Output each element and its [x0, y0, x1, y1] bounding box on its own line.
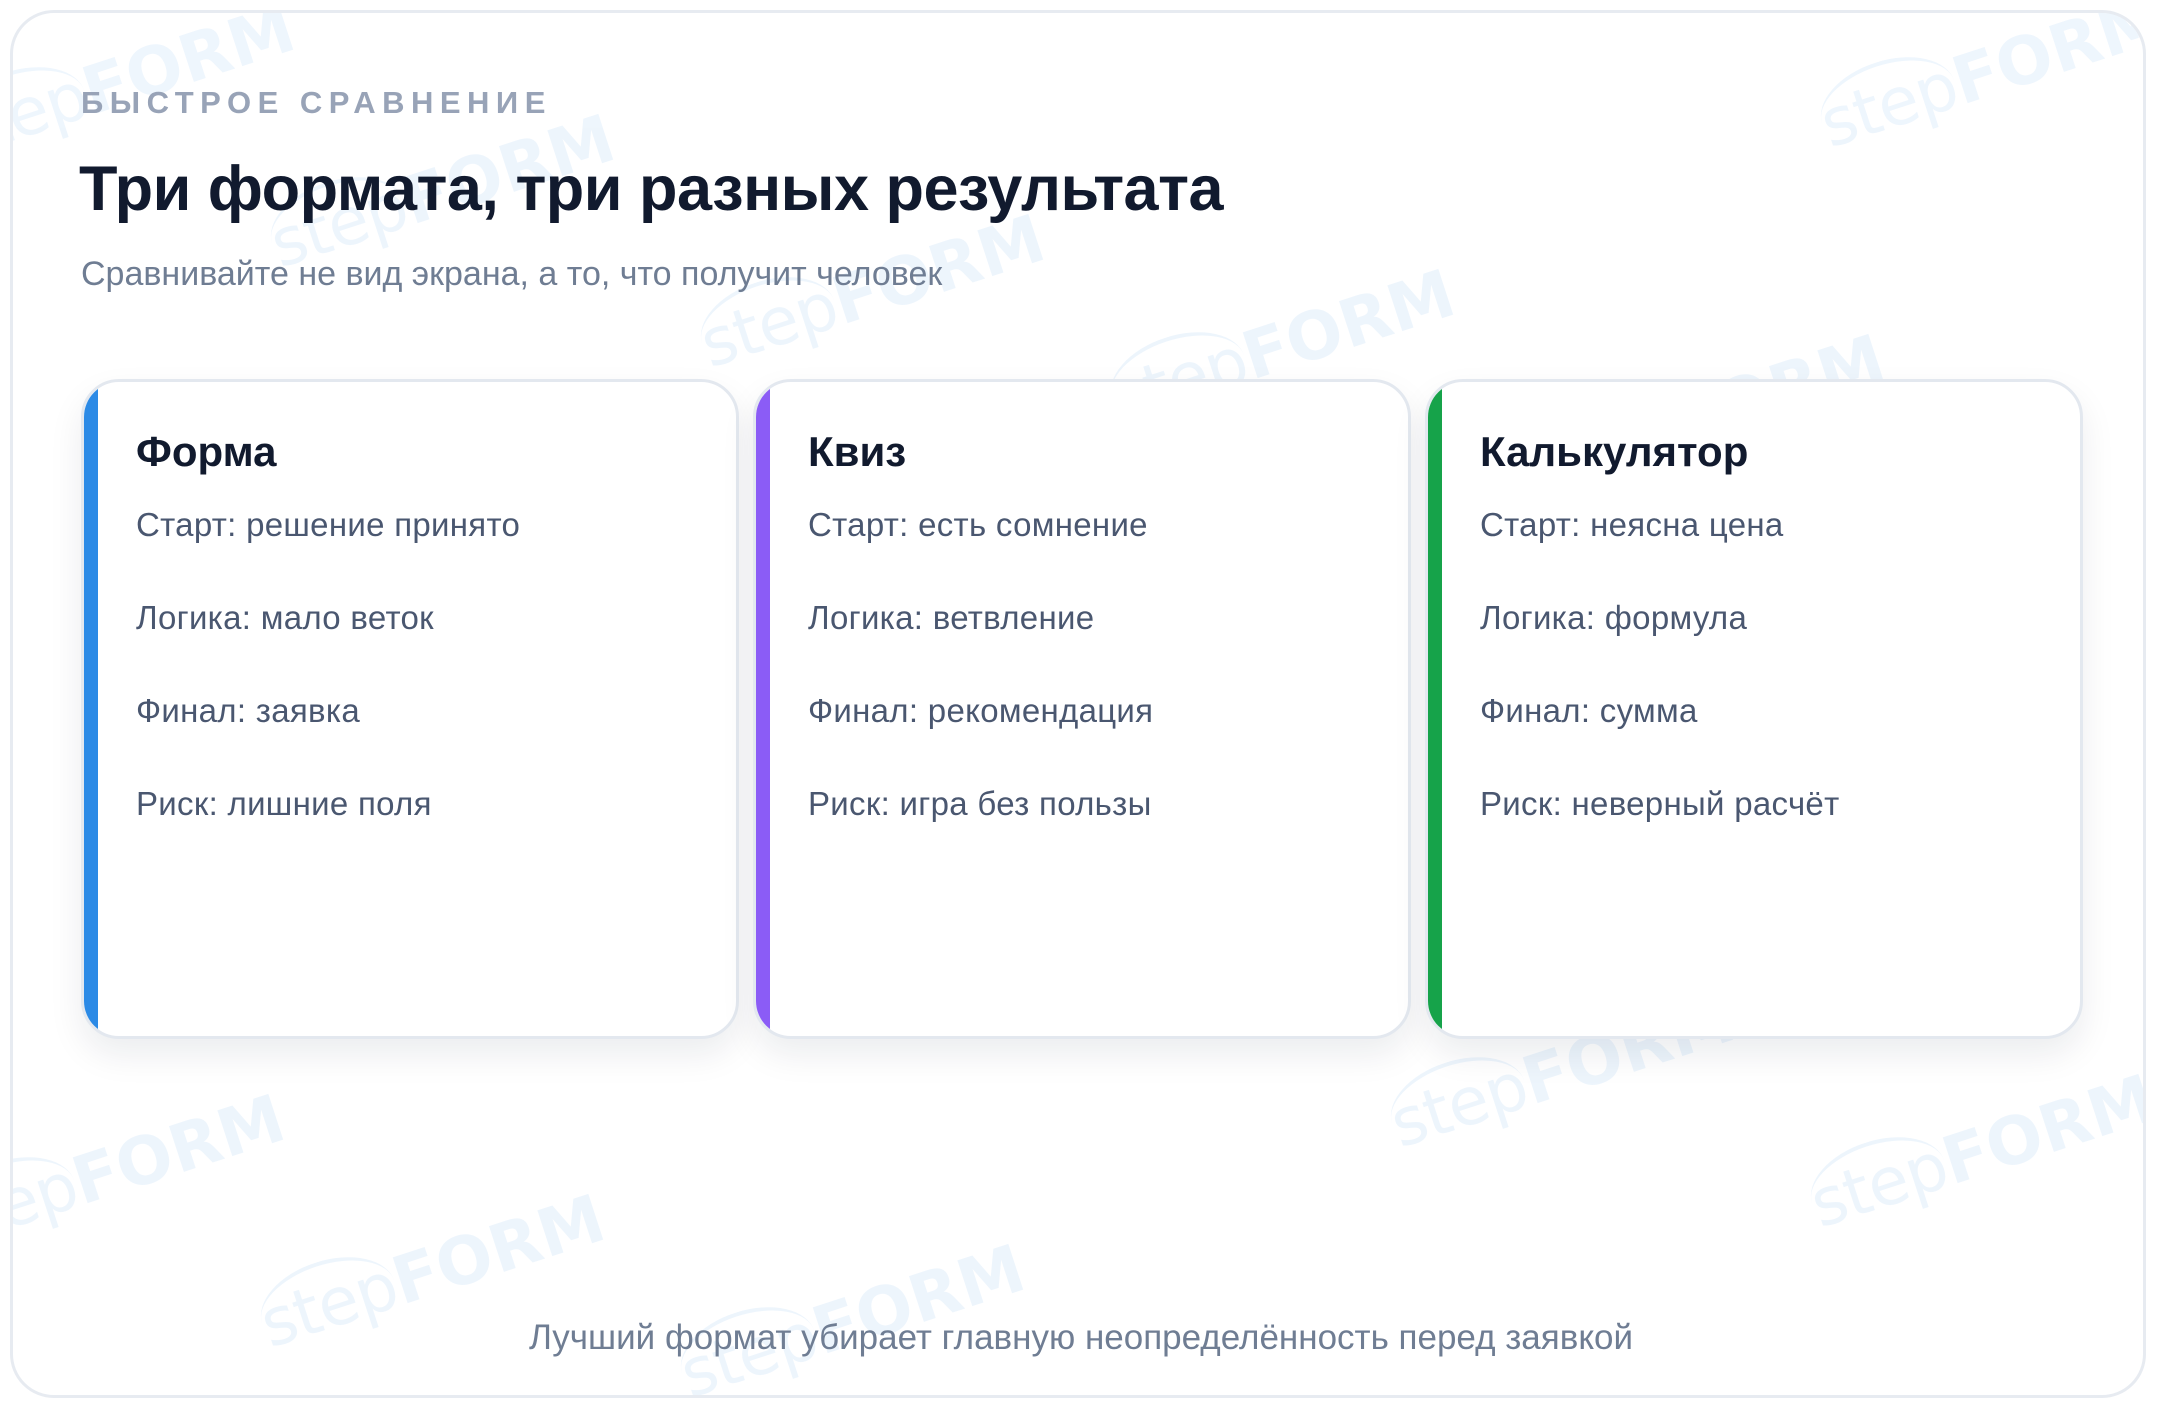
card-row-final: Финал: сумма — [1480, 692, 1698, 729]
footer-note: Лучший формат убирает главную неопределё… — [528, 1318, 1634, 1357]
watermark-logo: stepFORM — [1799, 1059, 2146, 1244]
comparison-cards: Форма Старт: решение принято Логика: мал… — [81, 379, 2101, 1039]
page-subtitle: Сравнивайте не вид экрана, а то, что пол… — [81, 255, 943, 293]
card-calculator: Калькулятор Старт: неясна цена Логика: ф… — [1425, 379, 2083, 1039]
card-title: Квиз — [808, 428, 907, 475]
eyebrow-label: БЫСТРОЕ СРАВНЕНИЕ — [81, 85, 552, 120]
card-quiz: Квиз Старт: есть сомнение Логика: ветвле… — [753, 379, 1411, 1039]
watermark-logo: stepFORM — [1809, 10, 2146, 164]
card-title: Калькулятор — [1480, 428, 1749, 475]
card-accent-bar — [84, 382, 98, 1036]
card-row-final: Финал: рекомендация — [808, 692, 1154, 729]
card-row-start: Старт: решение принято — [136, 506, 521, 543]
card-row-start: Старт: есть сомнение — [808, 506, 1148, 543]
watermark-logo: stepFORM — [669, 1230, 1034, 1395]
slide-frame: stepFORM stepFORM stepFORM stepFORM step… — [10, 10, 2146, 1398]
card-row-risk: Риск: неверный расчёт — [1480, 785, 1840, 822]
card-row-start: Старт: неясна цена — [1480, 506, 1784, 543]
card-row-logic: Логика: ветвление — [808, 599, 1095, 636]
page-title: Три формата, три разных результата — [79, 154, 1223, 224]
card-row-logic: Логика: формула — [1480, 599, 1748, 636]
card-accent-bar — [1428, 382, 1442, 1036]
card-title: Форма — [136, 428, 277, 475]
card-row-risk: Риск: лишние поля — [136, 785, 432, 822]
card-row-logic: Логика: мало веток — [136, 599, 434, 636]
card-row-risk: Риск: игра без пользы — [808, 785, 1152, 822]
card-row-final: Финал: заявка — [136, 692, 360, 729]
card-form: Форма Старт: решение принято Логика: мал… — [81, 379, 739, 1039]
card-accent-bar — [756, 382, 770, 1036]
watermark-logo: stepFORM — [13, 1080, 294, 1264]
